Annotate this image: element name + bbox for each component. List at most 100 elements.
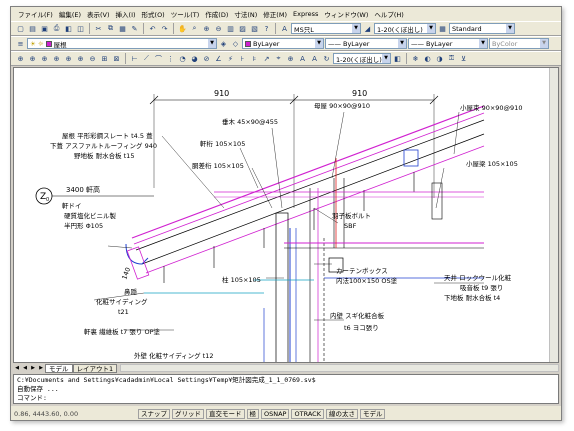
paste-icon[interactable]: ▦: [117, 23, 128, 34]
menu-express[interactable]: Express: [290, 10, 321, 18]
polar-toggle[interactable]: 極: [246, 408, 259, 419]
design-center-icon[interactable]: ▨: [237, 23, 248, 34]
zoom-out-icon[interactable]: ⊖: [87, 53, 98, 64]
zoom-all-icon[interactable]: ⊞: [99, 53, 110, 64]
tool-palettes-icon[interactable]: ▧: [249, 23, 260, 34]
dim-style-select[interactable]: 1-20(くぼ出し) ▼: [374, 23, 436, 34]
zoom-dim-toolbar: ⊕ ⊕ ⊕ ⊕ ⊕ ⊕ ⊖ ⊞ ⊠ ⊢ ⟋ ⌒ ⋮ ◔ ◕ ⊘ ∠ ⚡ ⊦ ⊧ …: [11, 51, 561, 66]
coordinates-readout[interactable]: 0.86, 4443.60, 0.00: [14, 410, 136, 418]
otrack-toggle[interactable]: OTRACK: [291, 408, 324, 419]
help-icon[interactable]: ?: [261, 23, 272, 34]
linear-dim-icon[interactable]: ⊢: [129, 53, 140, 64]
match-properties-icon[interactable]: ✎: [129, 23, 140, 34]
zoom-previous-icon[interactable]: ⊖: [213, 23, 224, 34]
ordinate-dim-icon[interactable]: ⋮: [165, 53, 176, 64]
pan-icon[interactable]: ✋: [177, 23, 188, 34]
menu-view[interactable]: 表示(V): [84, 9, 113, 19]
dim-update-icon[interactable]: ↻: [321, 53, 332, 64]
tolerance-icon[interactable]: ⌖: [273, 53, 284, 64]
plot-icon[interactable]: ⎙: [51, 23, 62, 34]
vertical-scrollbar[interactable]: [549, 68, 558, 362]
menu-file[interactable]: ファイル(F): [15, 9, 56, 19]
tab-layout1[interactable]: レイアウト1: [72, 363, 118, 373]
zoom-window-icon[interactable]: ⊕: [15, 53, 26, 64]
menu-insert[interactable]: 挿入(I): [113, 9, 139, 19]
zoom-dynamic-icon[interactable]: ⊕: [27, 53, 38, 64]
table-style-select[interactable]: Standard ▼: [449, 23, 515, 34]
jogged-dim-icon[interactable]: ◕: [189, 53, 200, 64]
layer-off-icon[interactable]: ◐: [422, 53, 433, 64]
cut-icon[interactable]: ✂: [93, 23, 104, 34]
prev-tab-icon[interactable]: ◀: [21, 364, 29, 372]
dim-text-edit-icon[interactable]: A: [309, 53, 320, 64]
layer-merge-icon[interactable]: ⊻: [458, 53, 469, 64]
preview-icon[interactable]: ◧: [63, 23, 74, 34]
arc-length-icon[interactable]: ⌒: [153, 53, 164, 64]
layer-lock-icon[interactable]: ⚿: [446, 53, 457, 64]
menu-format[interactable]: 形式(O): [139, 9, 168, 19]
snap-toggle[interactable]: スナップ: [138, 408, 170, 419]
next-tab-icon[interactable]: ▶: [29, 364, 37, 372]
radius-dim-icon[interactable]: ◔: [177, 53, 188, 64]
menu-edit[interactable]: 編集(E): [56, 9, 84, 19]
publish-icon[interactable]: ◫: [75, 23, 86, 34]
menu-window[interactable]: ウィンドウ(W): [321, 9, 371, 19]
properties-icon[interactable]: ▥: [225, 23, 236, 34]
command-line[interactable]: C:¥Documents and Settings¥cadadmin¥Local…: [13, 374, 559, 404]
menu-dimension[interactable]: 寸法(N): [231, 9, 260, 19]
menu-modify[interactable]: 修正(M): [260, 9, 290, 19]
layer-isolate-icon[interactable]: ◑: [434, 53, 445, 64]
ortho-toggle[interactable]: 直交モード: [206, 408, 245, 419]
layer-freeze-icon[interactable]: ❄: [410, 53, 421, 64]
make-current-icon[interactable]: ◈: [218, 38, 229, 49]
save-icon[interactable]: ▣: [39, 23, 50, 34]
menu-draw[interactable]: 作成(D): [202, 9, 231, 19]
first-tab-icon[interactable]: ◀: [13, 364, 21, 372]
menu-help[interactable]: ヘルプ(H): [371, 9, 406, 19]
layer-select[interactable]: ☀ ☼ 屋根 ▼: [27, 38, 217, 49]
linetype-select[interactable]: —— ByLayer ▼: [325, 38, 407, 49]
purlin-note: 母屋 90×90@910: [314, 102, 370, 110]
command-prompt[interactable]: コマンド:: [17, 394, 555, 403]
continue-dim-icon[interactable]: ⊧: [249, 53, 260, 64]
grid-toggle[interactable]: グリッド: [172, 408, 204, 419]
zoom-realtime-icon[interactable]: ⌕: [189, 23, 200, 34]
aligned-dim-icon[interactable]: ⟋: [141, 53, 152, 64]
text-style-select[interactable]: MS只L ▼: [291, 23, 361, 34]
copy-icon[interactable]: ⧉: [105, 23, 116, 34]
tab-model[interactable]: モデル: [45, 363, 73, 373]
dim-style-value-2: 1-20(くぼ出し): [336, 55, 382, 64]
dim-style-manager-icon[interactable]: ◧: [392, 53, 403, 64]
last-tab-icon[interactable]: ▶: [37, 364, 45, 372]
new-file-icon[interactable]: ▢: [15, 23, 26, 34]
quick-dim-icon[interactable]: ⚡: [225, 53, 236, 64]
diameter-dim-icon[interactable]: ⊘: [201, 53, 212, 64]
color-select[interactable]: ByLayer ▼: [242, 38, 324, 49]
osnap-toggle[interactable]: OSNAP: [261, 408, 290, 419]
horizontal-scrollbar[interactable]: [120, 364, 559, 372]
drawing-svg[interactable]: 910 910 Z 0 3400 軒高 屋根 平形彩鋼スレート t4.5 葺 下…: [14, 68, 550, 364]
zoom-center-icon[interactable]: ⊕: [51, 53, 62, 64]
dim-style-select-2[interactable]: 1-20(くぼ出し) ▼: [333, 53, 391, 64]
zoom-object-icon[interactable]: ⊕: [63, 53, 74, 64]
drawing-canvas[interactable]: 910 910 Z 0 3400 軒高 屋根 平形彩鋼スレート t4.5 葺 下…: [13, 67, 559, 364]
dim-edit-icon[interactable]: A: [297, 53, 308, 64]
zoom-scale-icon[interactable]: ⊕: [39, 53, 50, 64]
model-toggle[interactable]: モデル: [359, 408, 386, 419]
gutter-note-3: 半円形 Φ105: [64, 221, 103, 230]
zoom-extents-icon[interactable]: ⊠: [111, 53, 122, 64]
baseline-dim-icon[interactable]: ⊦: [237, 53, 248, 64]
zoom-window-icon[interactable]: ⊕: [201, 23, 212, 34]
center-mark-icon[interactable]: ⊕: [285, 53, 296, 64]
open-file-icon[interactable]: ▤: [27, 23, 38, 34]
angular-dim-icon[interactable]: ∠: [213, 53, 224, 64]
zoom-in-icon[interactable]: ⊕: [75, 53, 86, 64]
lineweight-select[interactable]: —— ByLayer ▼: [408, 38, 488, 49]
lineweight-toggle[interactable]: 線の太さ: [325, 408, 358, 419]
layer-manager-icon[interactable]: ≡: [15, 38, 26, 49]
menu-tools[interactable]: ツール(T): [168, 9, 203, 19]
undo-icon[interactable]: ↶: [147, 23, 158, 34]
redo-icon[interactable]: ↷: [159, 23, 170, 34]
quick-leader-icon[interactable]: ↗: [261, 53, 272, 64]
layer-previous-icon[interactable]: ◇: [230, 38, 241, 49]
